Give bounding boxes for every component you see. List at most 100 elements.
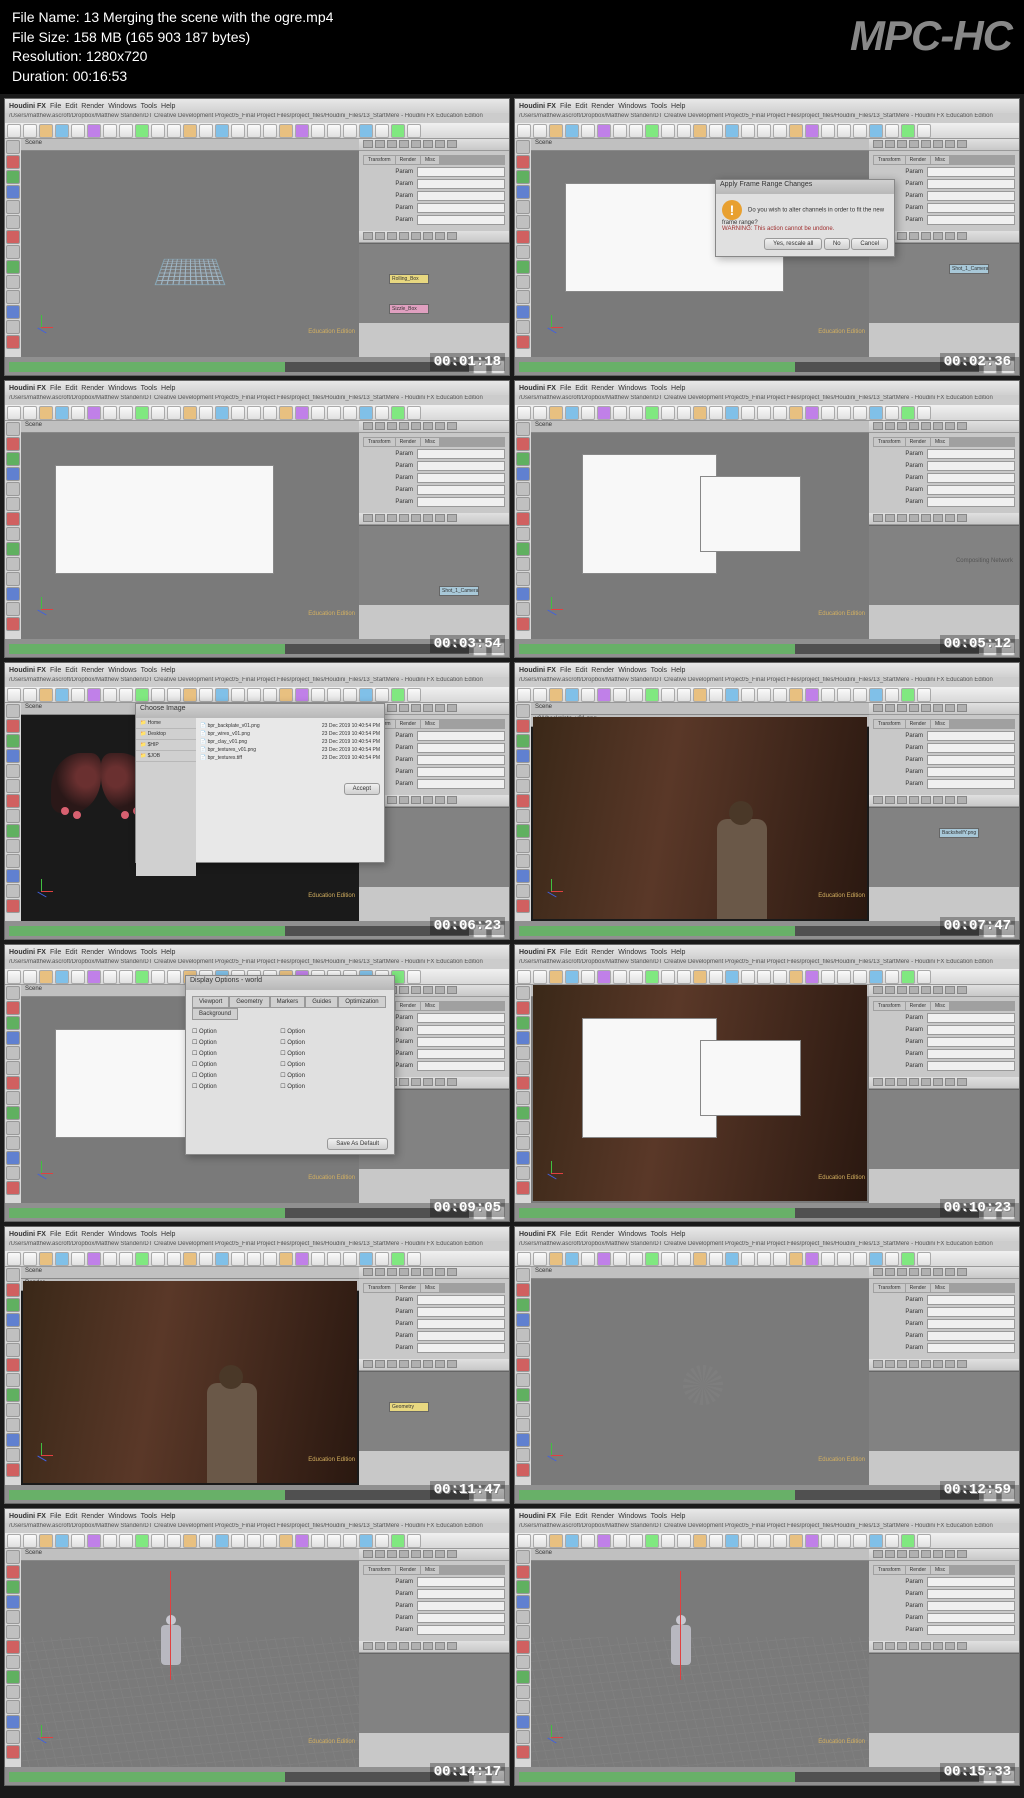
toolbar-button[interactable]	[311, 1534, 325, 1548]
toolbar-button[interactable]	[215, 1252, 229, 1266]
toolbar-button[interactable]	[661, 406, 675, 420]
side-tool-icon[interactable]	[6, 1136, 20, 1150]
menu-tools[interactable]: Tools	[651, 385, 667, 392]
toolbar-button[interactable]	[231, 124, 245, 138]
panel-tab-icon[interactable]	[921, 232, 931, 240]
side-tool-icon[interactable]	[6, 1388, 20, 1402]
toolbar-button[interactable]	[901, 124, 915, 138]
toolbar-button[interactable]	[135, 1534, 149, 1548]
axis-gizmo[interactable]	[541, 599, 561, 619]
side-tool-icon[interactable]	[516, 140, 530, 154]
side-tool-icon[interactable]	[516, 1268, 530, 1282]
3d-viewport[interactable]: Scenev01/backplate_v01.pngEducation Edit…	[531, 703, 869, 921]
toolbar-button[interactable]	[725, 1534, 739, 1548]
side-tool-icon[interactable]	[516, 1136, 530, 1150]
toolbar-button[interactable]	[629, 688, 643, 702]
side-tool-icon[interactable]	[6, 1091, 20, 1105]
panel-tab-icon[interactable]	[447, 232, 457, 240]
side-tool-icon[interactable]	[516, 1700, 530, 1714]
param-field[interactable]	[927, 449, 1015, 459]
side-tool-icon[interactable]	[516, 1358, 530, 1372]
param-field[interactable]	[417, 755, 505, 765]
side-tool-icon[interactable]	[516, 437, 530, 451]
panel-tab-icon[interactable]	[387, 514, 397, 522]
menu-edit[interactable]: Edit	[65, 949, 77, 956]
side-tool-icon[interactable]	[6, 140, 20, 154]
toolbar-button[interactable]	[757, 688, 771, 702]
param-tab[interactable]: Misc	[421, 1566, 439, 1574]
panel-tab-icon[interactable]	[921, 422, 931, 430]
param-field[interactable]	[927, 1625, 1015, 1635]
panel-tab-icon[interactable]	[399, 1642, 409, 1650]
network-node[interactable]: Rolling_Box	[389, 274, 429, 284]
side-tool-icon[interactable]	[6, 290, 20, 304]
panel-tab-icon[interactable]	[933, 1078, 943, 1086]
param-field[interactable]	[927, 1319, 1015, 1329]
toolbar-button[interactable]	[7, 1534, 21, 1548]
panel-tab-icon[interactable]	[387, 232, 397, 240]
side-tool-icon[interactable]	[516, 1121, 530, 1135]
toolbar-button[interactable]	[821, 124, 835, 138]
side-tool-icon[interactable]	[516, 452, 530, 466]
toolbar-button[interactable]	[7, 1252, 21, 1266]
param-field[interactable]	[417, 473, 505, 483]
side-tool-icon[interactable]	[516, 1730, 530, 1744]
toolbar-button[interactable]	[693, 406, 707, 420]
side-tool-icon[interactable]	[6, 437, 20, 451]
menu-help[interactable]: Help	[671, 103, 685, 110]
panel-tab-icon[interactable]	[387, 422, 397, 430]
toolbar-button[interactable]	[533, 688, 547, 702]
param-field[interactable]	[927, 1013, 1015, 1023]
side-tool-icon[interactable]	[6, 170, 20, 184]
param-field[interactable]	[417, 1295, 505, 1305]
param-field[interactable]	[927, 473, 1015, 483]
menu-help[interactable]: Help	[671, 1231, 685, 1238]
panel-tab-icon[interactable]	[921, 1268, 931, 1276]
options-tab[interactable]: Geometry	[229, 996, 269, 1008]
menu-file[interactable]: File	[560, 1231, 571, 1238]
file-row[interactable]: 📄 bpr_clay_v01.png23 Dec 2019 10:40:54 P…	[200, 738, 380, 746]
menu-tools[interactable]: Tools	[141, 385, 157, 392]
toolbar-button[interactable]	[215, 406, 229, 420]
toolbar-button[interactable]	[613, 406, 627, 420]
toolbar-button[interactable]	[119, 124, 133, 138]
panel-tab-icon[interactable]	[957, 514, 967, 522]
panel-tab-icon[interactable]	[375, 1268, 385, 1276]
menu-edit[interactable]: Edit	[575, 949, 587, 956]
toolbar-button[interactable]	[789, 970, 803, 984]
panel-tab-icon[interactable]	[957, 1268, 967, 1276]
param-field[interactable]	[417, 743, 505, 753]
side-tool-icon[interactable]	[516, 185, 530, 199]
toolbar-button[interactable]	[709, 688, 723, 702]
side-tool-icon[interactable]	[6, 1313, 20, 1327]
panel-tab-icon[interactable]	[921, 796, 931, 804]
toolbar-button[interactable]	[517, 688, 531, 702]
toolbar-button[interactable]	[629, 1252, 643, 1266]
menu-tools[interactable]: Tools	[141, 1513, 157, 1520]
toolbar-button[interactable]	[853, 124, 867, 138]
panel-tab-icon[interactable]	[909, 514, 919, 522]
panel-tab-icon[interactable]	[423, 1078, 433, 1086]
side-tool-icon[interactable]	[516, 854, 530, 868]
toolbar-button[interactable]	[263, 1252, 277, 1266]
panel-tab-icon[interactable]	[885, 514, 895, 522]
toolbar-button[interactable]	[119, 970, 133, 984]
toolbar-button[interactable]	[327, 1534, 341, 1548]
toolbar-button[interactable]	[263, 1534, 277, 1548]
menu-help[interactable]: Help	[161, 1513, 175, 1520]
thumbnail[interactable]: Houdini FXFileEditRenderWindowsToolsHelp…	[514, 380, 1020, 658]
toolbar-button[interactable]	[597, 970, 611, 984]
menu-render[interactable]: Render	[81, 103, 104, 110]
menu-file[interactable]: File	[560, 103, 571, 110]
toolbar-button[interactable]	[87, 124, 101, 138]
menu-tools[interactable]: Tools	[651, 1231, 667, 1238]
side-tool-icon[interactable]	[516, 1001, 530, 1015]
toolbar-button[interactable]	[805, 1252, 819, 1266]
panel-tab-icon[interactable]	[447, 1642, 457, 1650]
panel-tab-icon[interactable]	[399, 232, 409, 240]
network-node[interactable]: Sizzle_Box	[389, 304, 429, 314]
panel-tab-icon[interactable]	[957, 1550, 967, 1558]
side-tool-icon[interactable]	[6, 1031, 20, 1045]
toolbar-button[interactable]	[407, 406, 421, 420]
toolbar-button[interactable]	[901, 688, 915, 702]
